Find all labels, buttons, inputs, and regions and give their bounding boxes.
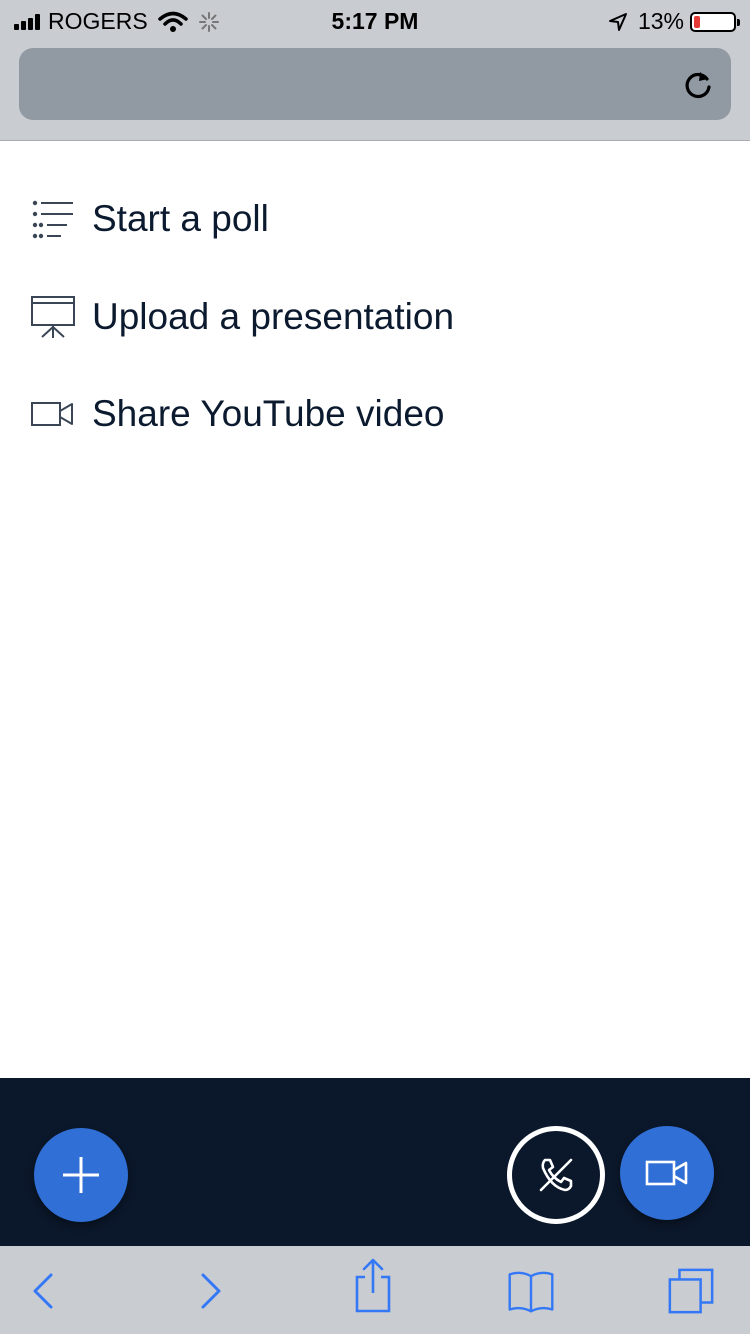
share-button[interactable] [348, 1258, 398, 1313]
chevron-left-icon [33, 1273, 53, 1309]
video-share-button[interactable] [620, 1126, 714, 1220]
tabs-button[interactable] [666, 1266, 716, 1316]
forward-button[interactable] [186, 1266, 236, 1316]
status-bar: ROGERS 5:17 PM 13% [0, 0, 750, 40]
battery-percent: 13% [637, 8, 684, 34]
battery-icon [690, 11, 740, 32]
menu-item-label: Upload a presentation [92, 296, 455, 337]
list-icon [30, 196, 76, 242]
reload-icon[interactable] [681, 68, 715, 102]
video-camera-icon [645, 1160, 688, 1186]
status-right: 13% [608, 8, 740, 35]
menu-item-start-poll[interactable]: Start a poll [30, 189, 269, 249]
video-camera-icon [30, 391, 76, 437]
add-action-button[interactable] [34, 1128, 128, 1222]
menu-item-upload-presentation[interactable]: Upload a presentation [30, 287, 454, 347]
menu-item-label: Share YouTube video [92, 393, 445, 434]
menu-item-share-youtube[interactable]: Share YouTube video [30, 384, 444, 444]
presentation-icon [30, 294, 76, 340]
browser-toolbar [0, 1246, 750, 1334]
share-icon [355, 1258, 391, 1313]
call-action-bar [0, 1078, 750, 1246]
menu-item-label: Start a poll [92, 198, 269, 239]
book-icon [508, 1271, 554, 1313]
address-bar[interactable] [19, 48, 731, 120]
chevron-right-icon [201, 1273, 221, 1309]
phone-off-icon [539, 1158, 573, 1192]
audio-toggle-button[interactable] [507, 1126, 605, 1224]
bookmarks-button[interactable] [506, 1266, 556, 1316]
location-arrow-icon [608, 12, 627, 31]
browser-address-area [0, 40, 750, 141]
back-button[interactable] [18, 1266, 68, 1316]
plus-icon [63, 1157, 99, 1193]
tabs-icon [668, 1268, 714, 1314]
